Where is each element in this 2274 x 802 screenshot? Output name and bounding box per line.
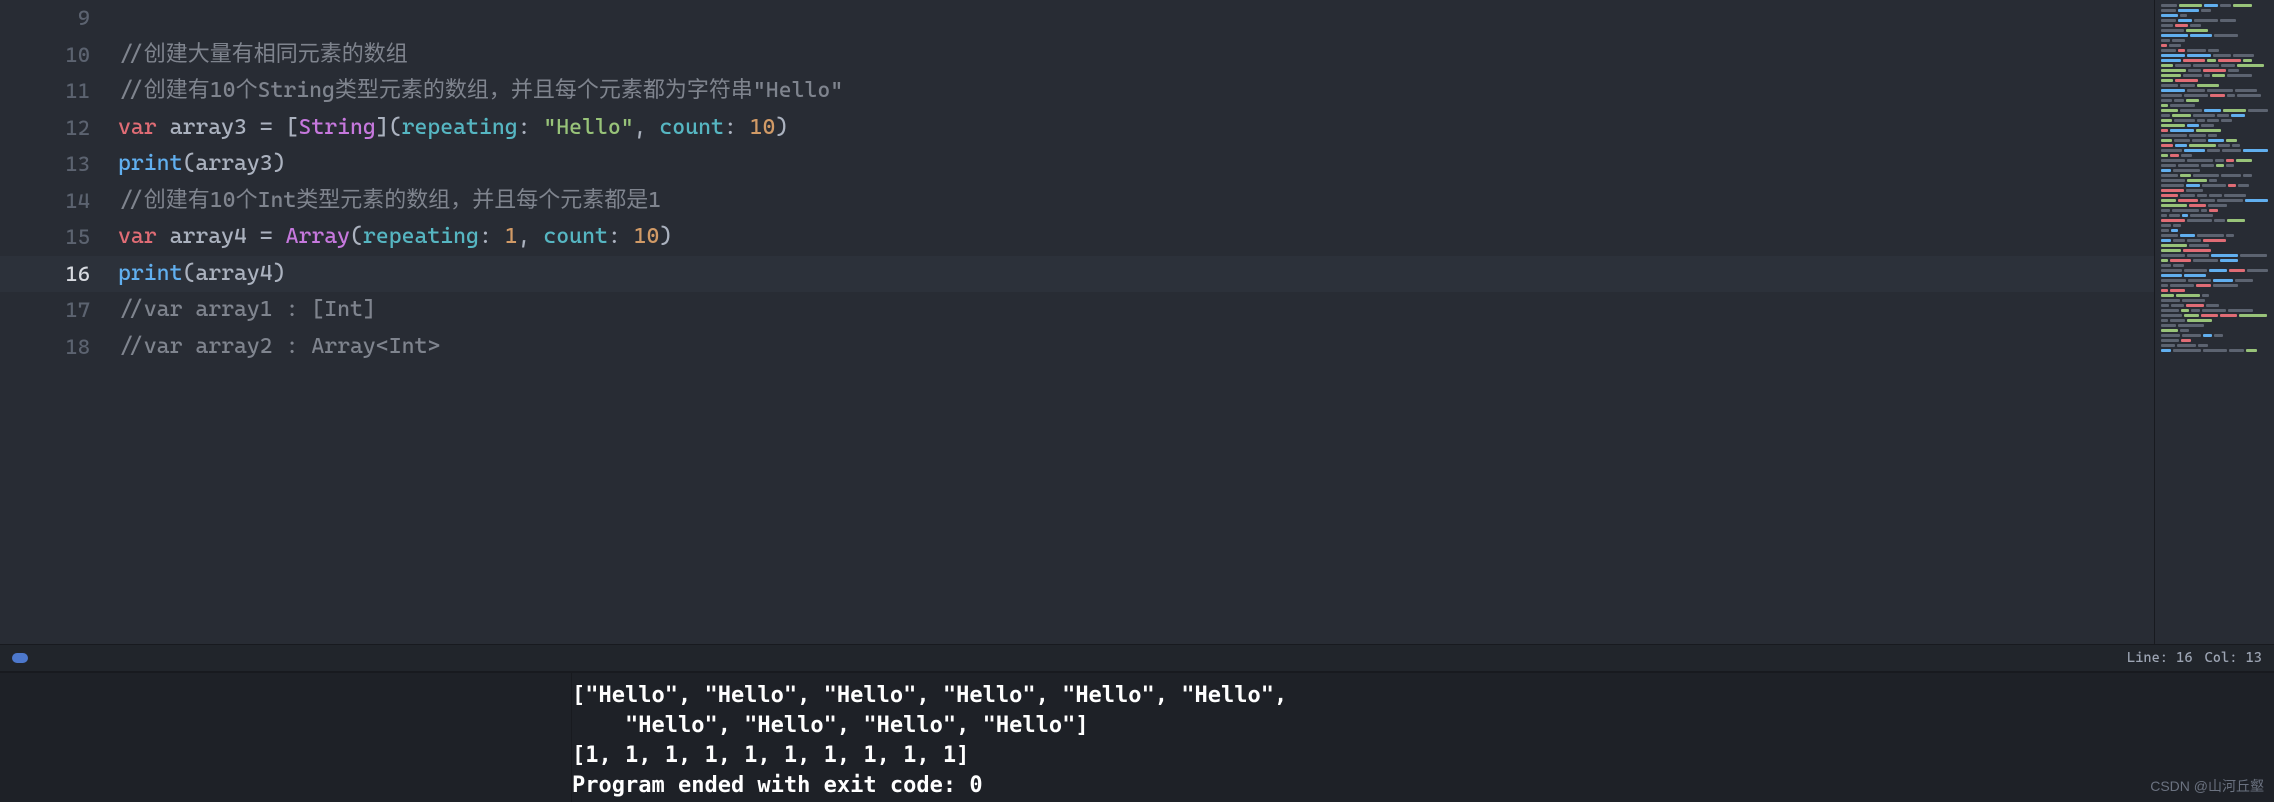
code-line[interactable]: 12var array3 = [String](repeating: "Hell… — [0, 110, 2154, 147]
editor-area: 910//创建大量有相同元素的数组11//创建有10个String类型元素的数组… — [0, 0, 2274, 644]
code-content[interactable]: var array4 = Array(repeating: 1, count: … — [118, 219, 672, 256]
line-number: 14 — [0, 183, 118, 220]
minimap[interactable] — [2154, 0, 2274, 644]
cursor-line-label: Line: 16 — [2127, 650, 2193, 666]
code-line[interactable]: 16print(array4) — [0, 256, 2154, 293]
console-left-pane[interactable] — [0, 673, 572, 802]
code-content[interactable]: //var array2 : Array<Int> — [118, 329, 440, 366]
line-number: 11 — [0, 73, 118, 110]
console-panel: ["Hello", "Hello", "Hello", "Hello", "He… — [0, 672, 2274, 802]
code-line[interactable]: 17//var array1 : [Int] — [0, 292, 2154, 329]
code-editor[interactable]: 910//创建大量有相同元素的数组11//创建有10个String类型元素的数组… — [0, 0, 2154, 644]
code-line[interactable]: 15var array4 = Array(repeating: 1, count… — [0, 219, 2154, 256]
run-indicator-icon[interactable] — [12, 653, 28, 663]
code-content[interactable]: print(array4) — [118, 256, 286, 293]
line-number: 13 — [0, 146, 118, 183]
cursor-col-label: Col: 13 — [2205, 650, 2262, 666]
line-number: 12 — [0, 110, 118, 147]
code-line[interactable]: 10//创建大量有相同元素的数组 — [0, 37, 2154, 74]
code-content[interactable]: //var array1 : [Int] — [118, 292, 376, 329]
code-line[interactable]: 13print(array3) — [0, 146, 2154, 183]
code-content[interactable]: //创建大量有相同元素的数组 — [118, 37, 408, 74]
status-bar: Line: 16 Col: 13 — [0, 644, 2274, 672]
code-content[interactable]: //创建有10个Int类型元素的数组，并且每个元素都是1 — [118, 183, 661, 220]
line-number: 16 — [0, 256, 118, 293]
line-number: 15 — [0, 219, 118, 256]
watermark-text: CSDN @山河丘壑 — [2150, 776, 2264, 796]
code-content[interactable]: print(array3) — [118, 146, 286, 183]
code-line[interactable]: 11//创建有10个String类型元素的数组，并且每个元素都为字符串"Hell… — [0, 73, 2154, 110]
line-number: 18 — [0, 329, 118, 366]
code-line[interactable]: 14//创建有10个Int类型元素的数组，并且每个元素都是1 — [0, 183, 2154, 220]
code-line[interactable]: 9 — [0, 0, 2154, 37]
code-content[interactable]: //创建有10个String类型元素的数组，并且每个元素都为字符串"Hello" — [118, 73, 843, 110]
line-number: 10 — [0, 37, 118, 74]
line-number: 17 — [0, 292, 118, 329]
code-line[interactable]: 18//var array2 : Array<Int> — [0, 329, 2154, 366]
console-output[interactable]: ["Hello", "Hello", "Hello", "Hello", "He… — [572, 673, 2274, 802]
line-number: 9 — [0, 0, 118, 37]
code-content[interactable]: var array3 = [String](repeating: "Hello"… — [118, 110, 788, 147]
